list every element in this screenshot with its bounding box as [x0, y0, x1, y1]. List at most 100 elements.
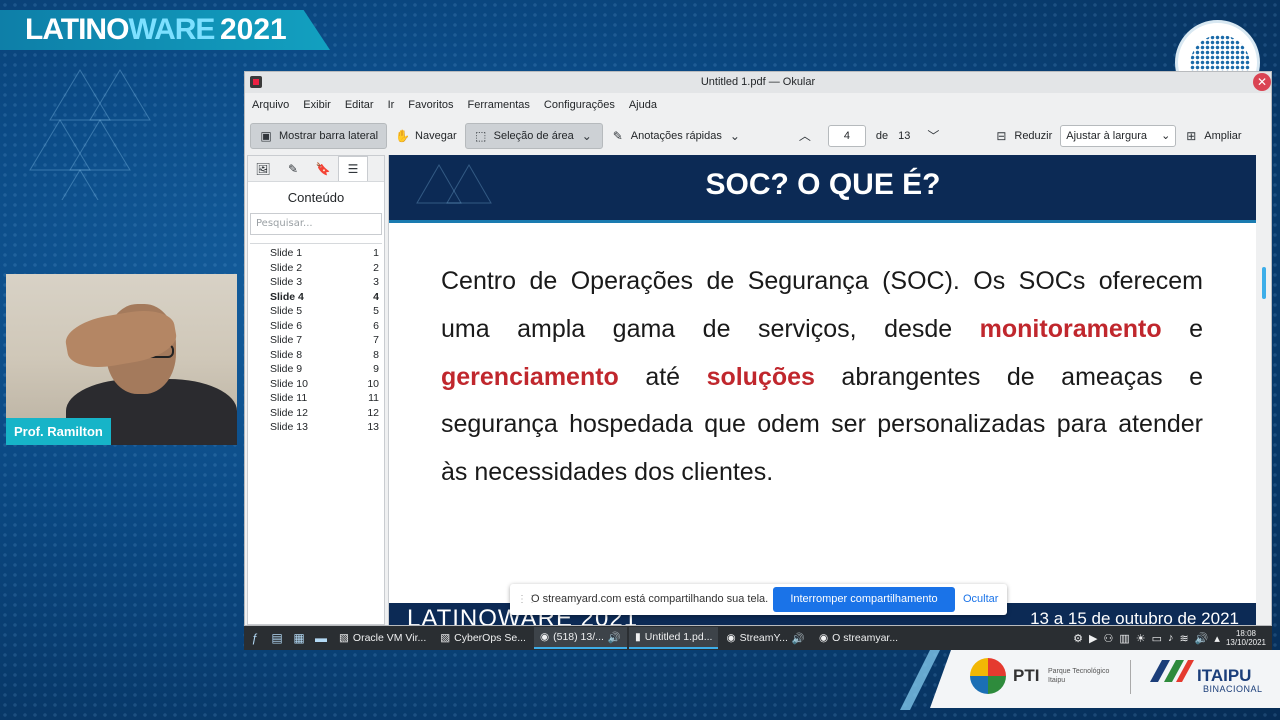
task-chrome-youtube[interactable]: ◉ (518) 13/... 🔊 [533, 627, 627, 649]
slide-list-item[interactable]: Slide 13 13 [250, 420, 382, 435]
taskbar: ƒ ▤ ▦ ▬ ▧ Oracle VM Vir... ▧ CyberOps Se..… [244, 626, 1272, 650]
slide-page-number: 2 [373, 261, 379, 274]
slide-label: Slide 2 [270, 261, 303, 274]
contents-tab-icon[interactable]: ☰ [338, 156, 368, 181]
slide-list-item[interactable]: Slide 10 10 [250, 377, 382, 392]
slide-header: SOC? O QUE É? [389, 155, 1256, 223]
task-okular[interactable]: ▮ Untitled 1.pd... [628, 627, 719, 649]
selection-rect-icon: ⬚ [474, 129, 487, 143]
menu-ferramentas[interactable]: Ferramentas [461, 95, 537, 117]
sidebar-search-input[interactable]: Pesquisar... [250, 213, 382, 235]
slide-page-number: 5 [373, 305, 379, 317]
pen-icon: ✎ [612, 129, 623, 143]
highlight-solucoes: soluções [706, 362, 815, 391]
event-logo: LATINOWARE [25, 13, 215, 46]
slide-page-number: 6 [373, 319, 379, 332]
highlight-monitoramento: monitoramento [979, 314, 1162, 343]
fedora-launcher-icon[interactable]: ƒ [244, 627, 266, 649]
previous-page-icon[interactable]: ︿ [798, 130, 812, 142]
software-center-icon[interactable]: ▦ [288, 627, 310, 649]
battery-icon[interactable]: ▭ [1152, 632, 1162, 645]
media-icon[interactable]: ▶ [1089, 632, 1097, 645]
task-chrome-streamyard-2[interactable]: ◉ O streamyar... [813, 627, 904, 649]
menu-arquivo[interactable]: Arquivo [245, 95, 296, 117]
toggle-sidebar-button[interactable]: ▣ Mostrar barra lateral [250, 123, 388, 149]
volume-icon[interactable]: 🔊 [1195, 632, 1209, 645]
tray-expand-icon[interactable]: ▴ [1214, 632, 1220, 645]
slide-label: Slide 8 [270, 348, 303, 361]
itaipu-logo-icon [1150, 660, 1194, 682]
hide-notification-link[interactable]: Ocultar [963, 593, 998, 605]
chevron-down-icon: ⌄ [581, 129, 592, 143]
task-cyberops[interactable]: ▧ CyberOps Se... [434, 627, 532, 649]
page-number-input[interactable]: 4 [827, 125, 866, 147]
slide-body-text: Centro de Operações de Segurança (SOC). … [441, 267, 1203, 487]
user-icon[interactable]: ⚇ [1103, 632, 1113, 645]
terminal-icon[interactable]: ▤ [266, 627, 288, 649]
menu-configuracoes[interactable]: Configurações [537, 95, 622, 117]
zoom-out-button[interactable]: ⊟ Reduzir [986, 123, 1060, 149]
menu-ir[interactable]: Ir [381, 95, 402, 117]
chrome-icon: ◉ [539, 631, 550, 643]
thumbnails-tab-icon[interactable]: 🖼 [248, 156, 278, 181]
itaipu-logo-subtitle: BINACIONAL [1203, 684, 1263, 694]
window-titlebar: Untitled 1.pdf — Okular ✕ [245, 72, 1271, 93]
zoom-in-button[interactable]: ⊞ Ampliar [1176, 123, 1249, 149]
slide-list-item[interactable]: Slide 11 11 [250, 391, 382, 406]
stop-sharing-button[interactable]: Interromper compartilhamento [773, 587, 955, 612]
highlight-gerenciamento: gerenciamento [441, 362, 619, 391]
wifi-icon[interactable]: ≋ [1180, 632, 1189, 645]
task-chrome-streamyard[interactable]: ◉ StreamY... 🔊 [720, 627, 811, 649]
menu-editar[interactable]: Editar [338, 95, 381, 117]
slide-list-item[interactable]: Slide 3 3 [250, 275, 382, 290]
window-title: Untitled 1.pdf — Okular [700, 76, 816, 88]
slide-label: Slide 10 [270, 377, 308, 390]
clipboard-icon[interactable]: ▥ [1119, 632, 1129, 645]
slide-list-item[interactable]: Slide 4 4 [250, 290, 382, 305]
slide-label: Slide 5 [270, 305, 303, 317]
slide-list-item[interactable]: Slide 7 7 [250, 333, 382, 348]
page-total: 13 [898, 130, 911, 142]
slide-label: Slide 4 [270, 290, 304, 303]
document-scrollbar[interactable] [1262, 267, 1266, 299]
slide-list-item[interactable]: Slide 12 12 [250, 406, 382, 421]
browse-tool-button[interactable]: ✋ Navegar [387, 123, 465, 149]
slide-list-item[interactable]: Slide 6 6 [250, 319, 382, 334]
slide-list-item[interactable]: Slide 8 8 [250, 348, 382, 363]
pti-logo-text: PTI [1013, 666, 1040, 685]
clock[interactable]: 18:08 13/10/2021 [1226, 629, 1266, 647]
next-page-icon[interactable]: ﹀ [926, 130, 940, 142]
slide-list-item[interactable]: Slide 5 5 [250, 304, 382, 319]
okular-window: Untitled 1.pdf — Okular ✕ Arquivo Exibir… [244, 71, 1272, 626]
sidebar-icon: ▣ [260, 129, 272, 143]
document-view[interactable]: SOC? O QUE É? Centro de Operações de Seg… [388, 155, 1256, 625]
menu-ajuda[interactable]: Ajuda [622, 95, 664, 117]
menu-favoritos[interactable]: Favoritos [401, 95, 460, 117]
quick-annotations-button[interactable]: ✎ Anotações rápidas ⌄ [603, 123, 750, 149]
slide-list-item[interactable]: Slide 1 1 [250, 246, 382, 261]
slide-page-number: 13 [367, 421, 379, 433]
menu-exibir[interactable]: Exibir [296, 95, 338, 117]
settings-icon[interactable]: ⚙ [1073, 632, 1083, 645]
okular-app-icon [250, 76, 262, 88]
slide-page-number: 11 [368, 392, 379, 404]
task-oracle-vm[interactable]: ▧ Oracle VM Vir... [333, 627, 432, 649]
slide-label: Slide 3 [270, 276, 303, 288]
file-manager-icon[interactable]: ▬ [310, 627, 332, 649]
chevron-down-icon: ⌄ [1161, 130, 1171, 142]
slide-list-item[interactable]: Slide 9 9 [250, 362, 382, 377]
okular-icon: ▮ [634, 631, 641, 643]
slide-list-item[interactable]: Slide 2 2 [250, 261, 382, 276]
chrome-icon: ◉ [818, 632, 829, 644]
microphone-icon[interactable]: ♪ [1168, 632, 1174, 644]
sponsor-divider [1130, 660, 1131, 694]
zoom-mode-select[interactable]: Ajustar à largura ⌄ [1060, 125, 1177, 147]
slide-page-number: 3 [373, 276, 379, 288]
share-message: O streamyard.com está compartilhando sua… [531, 593, 769, 605]
sidebar: 🖼 ✎ 🔖 ☰ Conteúdo Pesquisar... Slide 1 1 Sl… [247, 155, 385, 625]
close-icon[interactable]: ✕ [1253, 73, 1271, 91]
area-select-button[interactable]: ⬚ Seleção de área ⌄ [464, 123, 603, 149]
bulb-icon[interactable]: ☀ [1136, 632, 1146, 645]
annotations-tab-icon[interactable]: ✎ [278, 156, 308, 181]
bookmarks-tab-icon[interactable]: 🔖 [308, 156, 338, 181]
